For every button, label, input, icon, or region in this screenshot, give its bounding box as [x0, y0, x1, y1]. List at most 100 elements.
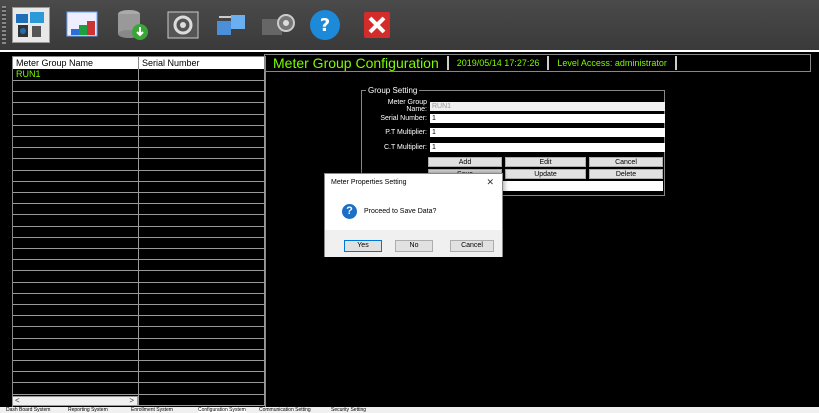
- security-lock-icon[interactable]: [260, 7, 298, 43]
- table-row[interactable]: [13, 125, 265, 137]
- tab-dashboard-system[interactable]: Dash Board System: [6, 407, 50, 413]
- no-button[interactable]: No: [395, 240, 433, 252]
- scroll-right-icon[interactable]: >: [129, 396, 134, 405]
- group-setting-legend: Group Setting: [366, 86, 420, 95]
- table-row[interactable]: RUN1: [13, 69, 265, 81]
- table-row[interactable]: [13, 91, 265, 104]
- table-row[interactable]: [13, 169, 265, 182]
- dialog-message: Proceed to Save Data?: [364, 208, 437, 215]
- cell-serial-number: [139, 349, 265, 360]
- cell-serial-number: [139, 91, 265, 103]
- cell-serial-number: [139, 326, 265, 338]
- table-row[interactable]: [13, 349, 265, 361]
- table-row[interactable]: [13, 102, 265, 115]
- reports-icon[interactable]: [64, 7, 102, 43]
- cell-meter-group-name: [13, 326, 139, 338]
- edit-button[interactable]: Edit: [505, 157, 586, 167]
- tab-reporting-system[interactable]: Reporting System: [68, 407, 108, 413]
- cell-meter-group-name: [13, 181, 139, 192]
- table-row[interactable]: [13, 136, 265, 149]
- grid-header: Meter Group Name Serial Number: [13, 57, 265, 69]
- grid-horizontal-scrollbar[interactable]: < >: [12, 396, 138, 406]
- dialog-close-icon[interactable]: ✕: [486, 177, 494, 188]
- table-row[interactable]: [13, 360, 265, 373]
- cancel-button[interactable]: Cancel: [589, 157, 663, 167]
- table-row[interactable]: [13, 192, 265, 205]
- add-button[interactable]: Add: [428, 157, 502, 167]
- cell-meter-group-name: [13, 169, 139, 181]
- table-row[interactable]: [13, 248, 265, 261]
- table-row[interactable]: [13, 315, 265, 328]
- dialog-title: Meter Properties Setting: [331, 179, 407, 186]
- cell-serial-number: [139, 248, 265, 260]
- column-header-meter-group-name[interactable]: Meter Group Name: [13, 57, 139, 69]
- cell-meter-group-name: [13, 136, 139, 148]
- cell-serial-number: [139, 382, 265, 394]
- help-icon[interactable]: ?: [306, 7, 344, 43]
- cell-serial-number: [139, 113, 265, 125]
- meter-group-name-input[interactable]: RUN1: [430, 101, 665, 111]
- table-row[interactable]: [13, 337, 265, 350]
- cell-meter-group-name: [13, 349, 139, 360]
- cell-meter-group-name: [13, 192, 139, 204]
- serial-number-input[interactable]: 1: [430, 114, 665, 123]
- table-row[interactable]: [13, 281, 265, 294]
- cell-serial-number: [139, 80, 265, 92]
- cell-meter-group-name: [13, 270, 139, 282]
- cell-serial-number: [139, 69, 265, 80]
- field-row-meter-group-name: Meter Group Name: RUN1: [367, 99, 665, 113]
- access-level-label: Level Access: administrator: [557, 58, 667, 68]
- cell-meter-group-name: [13, 337, 139, 349]
- table-row[interactable]: [13, 371, 265, 384]
- delete-button[interactable]: Delete: [589, 169, 663, 179]
- ct-multiplier-input[interactable]: 1: [430, 143, 665, 152]
- cell-meter-group-name: [13, 158, 139, 170]
- cell-serial-number: [139, 293, 265, 304]
- dashboard-icon[interactable]: [12, 7, 50, 43]
- tab-communication-setting[interactable]: Communication Setting: [259, 407, 311, 413]
- table-row[interactable]: [13, 158, 265, 171]
- table-row[interactable]: [13, 225, 265, 238]
- scroll-left-icon[interactable]: <: [15, 396, 20, 405]
- table-row[interactable]: [13, 326, 265, 339]
- dialog-cancel-button[interactable]: Cancel: [450, 240, 494, 252]
- table-row[interactable]: [13, 293, 265, 305]
- field-row-serial-number: Serial Number: 1: [367, 114, 665, 123]
- tab-security-setting[interactable]: Security Setting: [331, 407, 366, 413]
- header-divider: [674, 56, 677, 70]
- cell-meter-group-name: [13, 237, 139, 248]
- cell-serial-number: [139, 192, 265, 204]
- field-row-pt-multiplier: P.T Multiplier: 1: [367, 128, 665, 137]
- yes-button[interactable]: Yes: [344, 240, 382, 252]
- network-connection-icon[interactable]: [212, 7, 250, 43]
- cell-serial-number: [139, 214, 265, 226]
- database-download-icon[interactable]: [114, 7, 152, 43]
- settings-panel-icon[interactable]: [164, 7, 202, 43]
- table-row[interactable]: [13, 270, 265, 283]
- cell-serial-number: [139, 237, 265, 248]
- close-icon[interactable]: [358, 7, 396, 43]
- table-row[interactable]: [13, 237, 265, 249]
- tab-enrollment-system[interactable]: Enrollment System: [131, 407, 173, 413]
- cell-serial-number: [139, 225, 265, 237]
- table-row[interactable]: [13, 147, 265, 160]
- table-row[interactable]: [13, 80, 265, 93]
- toolbar: ?: [0, 0, 819, 50]
- meter-group-grid[interactable]: Meter Group Name Serial Number RUN1: [12, 56, 266, 408]
- table-row[interactable]: [13, 181, 265, 193]
- table-row[interactable]: [13, 304, 265, 317]
- toolbar-grip[interactable]: [2, 6, 6, 44]
- svg-text:?: ?: [320, 15, 330, 36]
- table-row[interactable]: [13, 382, 265, 395]
- pt-multiplier-input[interactable]: 1: [430, 128, 665, 137]
- cell-meter-group-name: [13, 102, 139, 114]
- table-row[interactable]: [13, 214, 265, 227]
- table-row[interactable]: [13, 259, 265, 272]
- column-header-serial-number[interactable]: Serial Number: [139, 57, 265, 69]
- table-row[interactable]: [13, 113, 265, 126]
- ct-multiplier-label: C.T Multiplier:: [383, 144, 427, 151]
- tab-configuration-system[interactable]: Configuration System: [198, 407, 246, 413]
- table-row[interactable]: [13, 203, 265, 216]
- cell-serial-number: [139, 393, 265, 405]
- update-button[interactable]: Update: [505, 169, 586, 179]
